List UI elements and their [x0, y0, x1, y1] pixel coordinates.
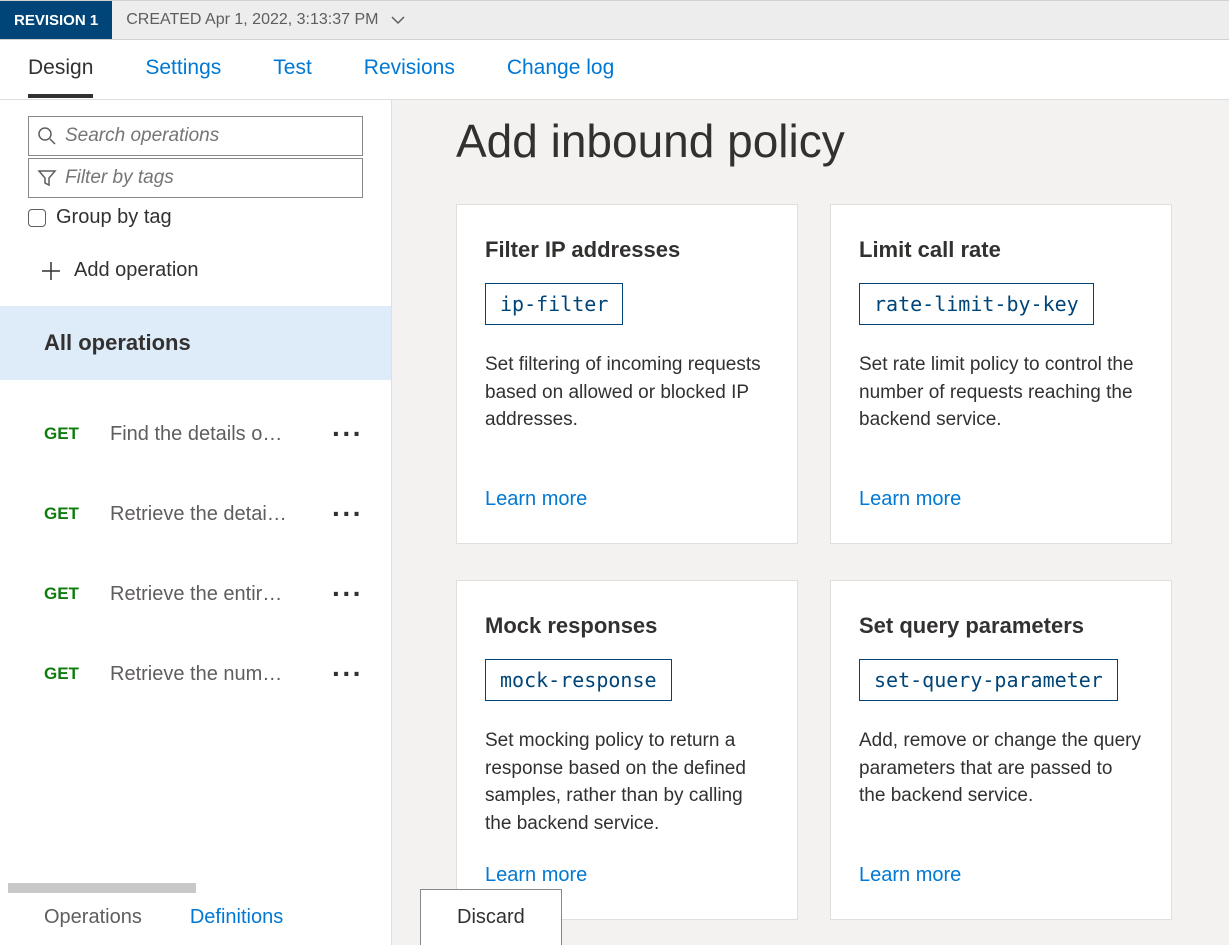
add-operation-label: Add operation: [74, 259, 199, 282]
card-title: Limit call rate: [859, 237, 1143, 263]
card-tag: mock-response: [485, 659, 672, 701]
all-operations-item[interactable]: All operations: [0, 306, 391, 380]
sidebar-bottom-tabs: Operations Definitions: [0, 890, 391, 945]
filter-tags-container: [28, 158, 363, 198]
tab-revisions[interactable]: Revisions: [364, 42, 455, 98]
tab-settings[interactable]: Settings: [145, 42, 221, 98]
discard-container: Discard: [420, 889, 562, 945]
bottom-tab-definitions[interactable]: Definitions: [190, 906, 283, 929]
search-icon: [37, 126, 57, 146]
operations-list: GET Find the details o… ··· GET Retrieve…: [0, 380, 391, 728]
revision-badge: REVISION 1: [0, 1, 112, 39]
operation-menu-icon[interactable]: ···: [332, 418, 363, 450]
operation-method: GET: [44, 504, 84, 524]
bottom-tab-operations[interactable]: Operations: [44, 906, 142, 929]
operation-method: GET: [44, 424, 84, 444]
policy-cards: Filter IP addresses ip-filter Set filter…: [456, 204, 1165, 920]
policy-card-ip-filter[interactable]: Filter IP addresses ip-filter Set filter…: [456, 204, 798, 544]
add-operation-button[interactable]: Add operation: [0, 235, 391, 306]
operation-method: GET: [44, 664, 84, 684]
operation-name: Find the details o…: [110, 423, 306, 446]
operation-row[interactable]: GET Find the details o… ···: [0, 394, 391, 474]
search-operations-container: [28, 116, 363, 156]
operations-sidebar: Group by tag Add operation All operation…: [0, 100, 392, 945]
filter-icon: [37, 168, 57, 188]
revision-bar: REVISION 1 CREATED Apr 1, 2022, 3:13:37 …: [0, 0, 1229, 40]
card-learn-more-link[interactable]: Learn more: [485, 488, 769, 511]
operation-name: Retrieve the detai…: [110, 503, 306, 526]
card-tag: ip-filter: [485, 283, 623, 325]
operation-menu-icon[interactable]: ···: [332, 578, 363, 610]
group-by-tag-row[interactable]: Group by tag: [28, 206, 363, 229]
operation-name: Retrieve the num…: [110, 663, 306, 686]
group-by-tag-checkbox[interactable]: [28, 209, 46, 227]
card-tag: set-query-parameter: [859, 659, 1118, 701]
card-title: Set query parameters: [859, 613, 1143, 639]
operation-menu-icon[interactable]: ···: [332, 498, 363, 530]
card-title: Filter IP addresses: [485, 237, 769, 263]
tab-test[interactable]: Test: [273, 42, 312, 98]
operation-method: GET: [44, 584, 84, 604]
revision-created[interactable]: CREATED Apr 1, 2022, 3:13:37 PM: [126, 11, 406, 29]
search-operations-input[interactable]: [65, 125, 354, 147]
card-description: Set rate limit policy to control the num…: [859, 351, 1143, 476]
filter-tags-input[interactable]: [65, 167, 354, 189]
plus-icon: [40, 260, 62, 282]
nav-tabs: Design Settings Test Revisions Change lo…: [0, 40, 1229, 100]
card-description: Set mocking policy to return a response …: [485, 727, 769, 852]
card-title: Mock responses: [485, 613, 769, 639]
group-by-tag-label: Group by tag: [56, 206, 172, 229]
policy-card-mock-response[interactable]: Mock responses mock-response Set mocking…: [456, 580, 798, 920]
tab-change-log[interactable]: Change log: [507, 42, 614, 98]
operation-row[interactable]: GET Retrieve the entir… ···: [0, 554, 391, 634]
operation-menu-icon[interactable]: ···: [332, 658, 363, 690]
card-learn-more-link[interactable]: Learn more: [859, 864, 1143, 887]
card-tag: rate-limit-by-key: [859, 283, 1094, 325]
policy-card-rate-limit[interactable]: Limit call rate rate-limit-by-key Set ra…: [830, 204, 1172, 544]
operation-name: Retrieve the entir…: [110, 583, 306, 606]
operation-row[interactable]: GET Retrieve the num… ···: [0, 634, 391, 714]
card-description: Set filtering of incoming requests based…: [485, 351, 769, 476]
page-title: Add inbound policy: [456, 114, 1165, 168]
tab-design[interactable]: Design: [28, 42, 93, 98]
discard-button[interactable]: Discard: [420, 889, 562, 945]
main-content: Add inbound policy Filter IP addresses i…: [392, 100, 1229, 945]
card-learn-more-link[interactable]: Learn more: [859, 488, 1143, 511]
chevron-down-icon: [390, 12, 406, 28]
revision-created-text: CREATED Apr 1, 2022, 3:13:37 PM: [126, 11, 378, 29]
card-learn-more-link[interactable]: Learn more: [485, 864, 769, 887]
policy-card-set-query-parameter[interactable]: Set query parameters set-query-parameter…: [830, 580, 1172, 920]
operation-row[interactable]: GET Retrieve the detai… ···: [0, 474, 391, 554]
card-description: Add, remove or change the query paramete…: [859, 727, 1143, 852]
